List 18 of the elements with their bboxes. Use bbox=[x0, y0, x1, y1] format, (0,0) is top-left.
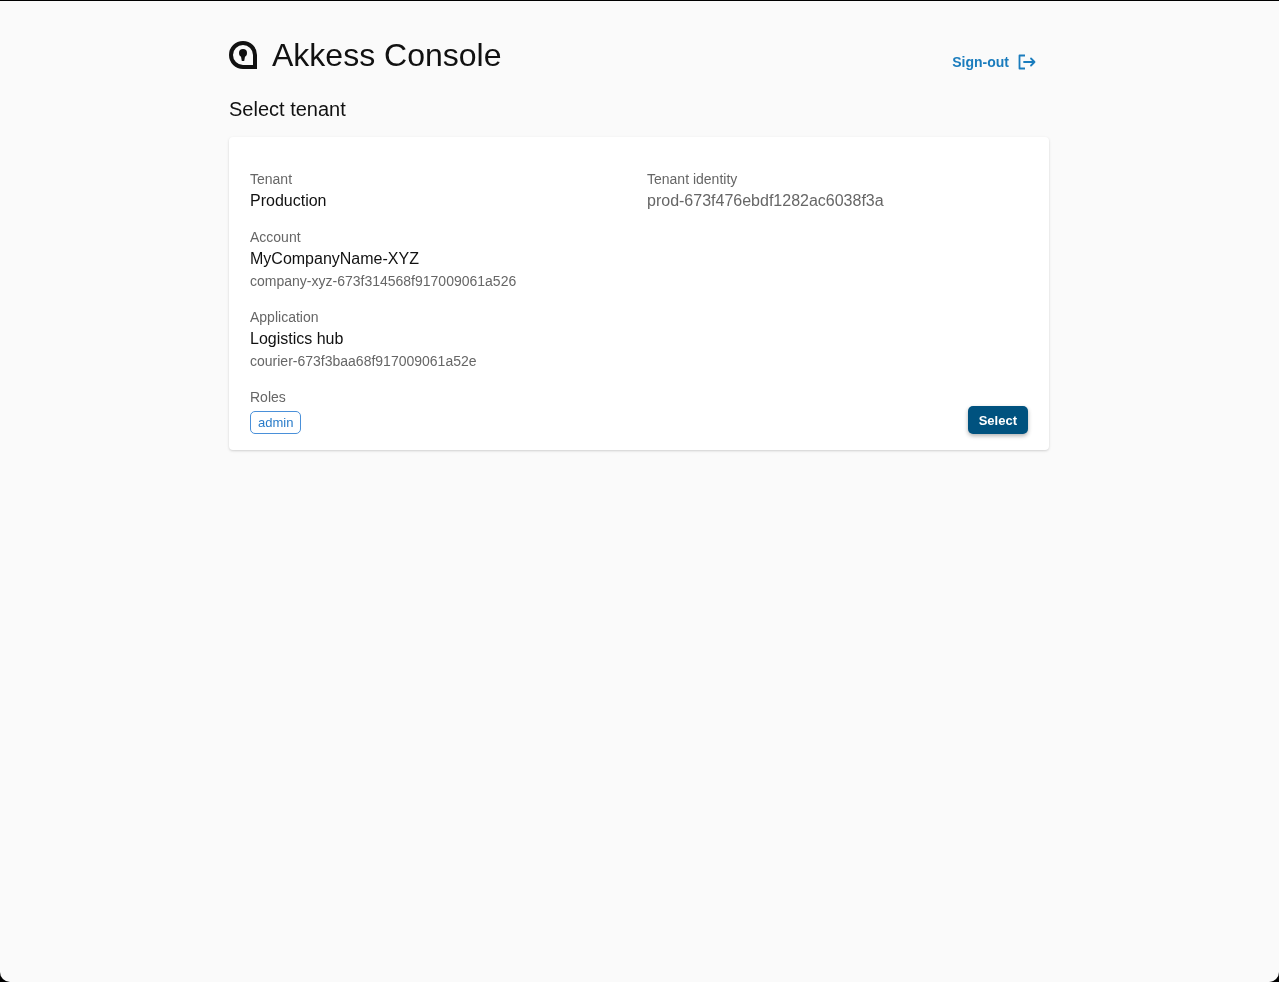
tenant-name: Production bbox=[250, 191, 327, 211]
sign-out-icon bbox=[1018, 54, 1036, 70]
account-name: MyCompanyName-XYZ bbox=[250, 249, 419, 269]
select-button[interactable]: Select bbox=[967, 406, 1028, 434]
application-label: Application bbox=[250, 308, 319, 326]
tenant-label: Tenant bbox=[250, 170, 293, 188]
keyhole-logo-icon bbox=[229, 41, 257, 69]
account-id: company-xyz-673f314568f917009061a526 bbox=[250, 272, 517, 291]
tenant-identity-label: Tenant identity bbox=[647, 170, 738, 188]
tenant-identity-value: prod-673f476ebdf1282ac6038f3a bbox=[647, 191, 884, 211]
app-title: Akkess Console bbox=[272, 36, 502, 75]
account-label: Account bbox=[250, 228, 301, 246]
application-name: Logistics hub bbox=[250, 329, 344, 349]
roles-label: Roles bbox=[250, 388, 286, 406]
page-heading: Select tenant bbox=[229, 97, 347, 122]
role-tag: admin bbox=[250, 411, 302, 434]
application-id: courier-673f3baa68f917009061a52e bbox=[250, 352, 477, 371]
sign-out-link[interactable]: Sign-out bbox=[952, 52, 1036, 72]
